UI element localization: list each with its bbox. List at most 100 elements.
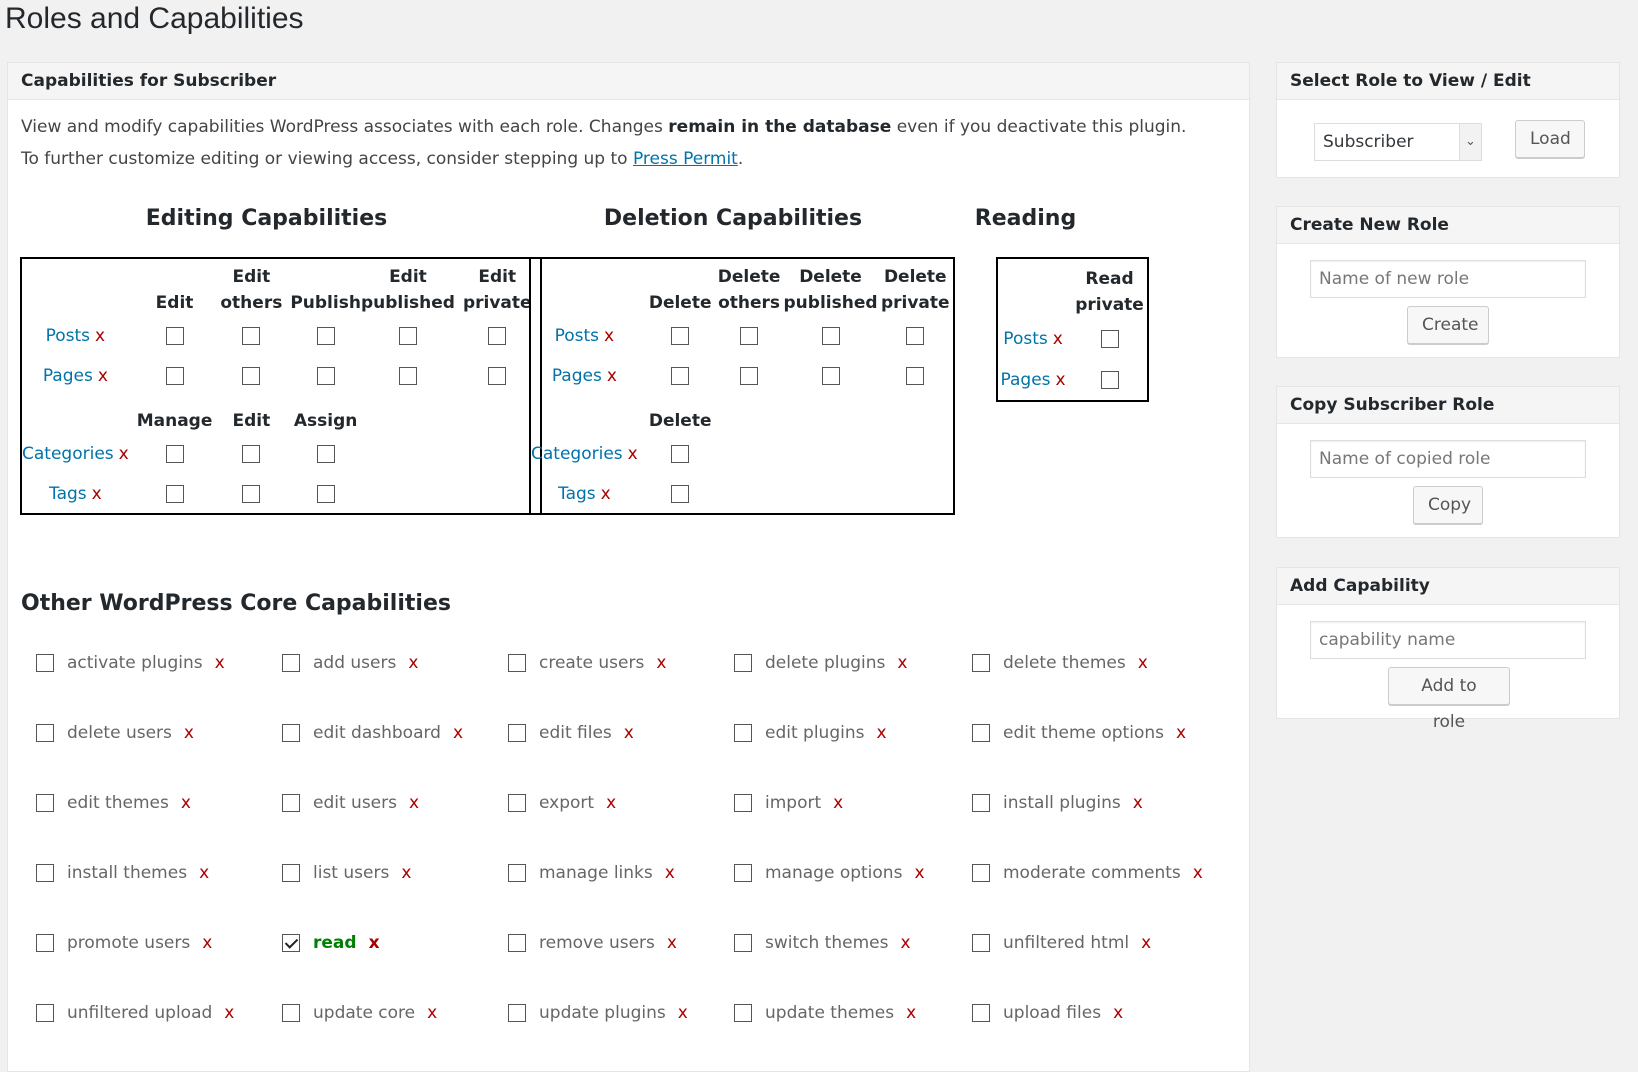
- capability-label[interactable]: update themes: [765, 1003, 894, 1023]
- remove-mark[interactable]: x: [1113, 1003, 1123, 1023]
- remove-mark[interactable]: x: [369, 933, 380, 953]
- capability-label[interactable]: edit files: [539, 723, 612, 743]
- checkbox[interactable]: [972, 934, 990, 952]
- capability-item[interactable]: delete themes x: [972, 653, 1148, 673]
- remove-mark[interactable]: x: [1056, 370, 1066, 390]
- row-label-text[interactable]: Categories: [22, 444, 114, 464]
- checkbox[interactable]: [282, 864, 300, 882]
- checkbox[interactable]: [734, 654, 752, 672]
- remove-mark[interactable]: x: [1133, 793, 1143, 813]
- remove-mark[interactable]: x: [656, 653, 666, 673]
- remove-mark[interactable]: x: [1053, 329, 1063, 349]
- capability-item[interactable]: delete plugins x: [734, 653, 907, 673]
- checkbox[interactable]: [740, 327, 759, 345]
- capability-item[interactable]: update core x: [282, 1003, 437, 1023]
- load-button[interactable]: Load: [1515, 120, 1585, 158]
- capability-label[interactable]: add users: [313, 653, 396, 673]
- capability-item[interactable]: switch themes x: [734, 933, 911, 953]
- capability-label[interactable]: switch themes: [765, 933, 888, 953]
- checkbox[interactable]: [821, 327, 840, 345]
- remove-mark[interactable]: x: [453, 723, 463, 743]
- capability-item[interactable]: manage options x: [734, 863, 925, 883]
- checkbox[interactable]: [740, 367, 759, 385]
- remove-mark[interactable]: x: [408, 653, 418, 673]
- checkbox[interactable]: [36, 1004, 54, 1022]
- row-label-text[interactable]: Tags: [49, 484, 87, 504]
- checkbox[interactable]: [36, 864, 54, 882]
- capability-label[interactable]: export: [539, 793, 594, 813]
- checkbox[interactable]: [734, 934, 752, 952]
- capability-item[interactable]: edit theme options x: [972, 723, 1186, 743]
- capability-label[interactable]: unfiltered html: [1003, 933, 1129, 953]
- remove-mark[interactable]: x: [409, 793, 419, 813]
- capability-item[interactable]: edit files x: [508, 723, 634, 743]
- capability-item[interactable]: read x: [282, 933, 380, 953]
- remove-mark[interactable]: x: [678, 1003, 688, 1023]
- row-label-text[interactable]: Pages: [552, 366, 602, 386]
- checkbox[interactable]: [316, 445, 335, 463]
- capability-item[interactable]: delete users x: [36, 723, 194, 743]
- capability-label[interactable]: upload files: [1003, 1003, 1101, 1023]
- capability-label[interactable]: edit users: [313, 793, 397, 813]
- capability-item[interactable]: edit dashboard x: [282, 723, 463, 743]
- capability-item[interactable]: create users x: [508, 653, 666, 673]
- remove-mark[interactable]: x: [1176, 723, 1186, 743]
- checkbox[interactable]: [165, 484, 184, 503]
- remove-mark[interactable]: x: [92, 484, 102, 504]
- capability-label[interactable]: edit plugins: [765, 723, 864, 743]
- press-permit-link[interactable]: Press Permit: [633, 149, 738, 169]
- capability-item[interactable]: export x: [508, 793, 616, 813]
- capability-item[interactable]: install themes x: [36, 863, 209, 883]
- remove-mark[interactable]: x: [1141, 933, 1151, 953]
- remove-mark[interactable]: x: [215, 653, 225, 673]
- remove-mark[interactable]: x: [897, 653, 907, 673]
- checkbox[interactable]: [488, 367, 507, 385]
- remove-mark[interactable]: x: [606, 793, 616, 813]
- remove-mark[interactable]: x: [906, 1003, 916, 1023]
- remove-mark[interactable]: x: [202, 933, 212, 953]
- capability-item[interactable]: add users x: [282, 653, 418, 673]
- capability-label[interactable]: edit theme options: [1003, 723, 1164, 743]
- capability-item[interactable]: upload files x: [972, 1003, 1123, 1023]
- capability-label[interactable]: edit dashboard: [313, 723, 441, 743]
- checkbox[interactable]: [906, 367, 925, 385]
- capability-item[interactable]: update plugins x: [508, 1003, 688, 1023]
- remove-mark[interactable]: x: [224, 1003, 234, 1023]
- checkbox[interactable]: [165, 367, 184, 385]
- capability-label[interactable]: install themes: [67, 863, 187, 883]
- checkbox[interactable]: [398, 327, 417, 345]
- remove-mark[interactable]: x: [607, 366, 617, 386]
- checkbox[interactable]: [242, 327, 261, 345]
- checkbox[interactable]: [242, 367, 261, 385]
- checkbox[interactable]: [508, 654, 526, 672]
- capability-label[interactable]: unfiltered upload: [67, 1003, 212, 1023]
- remove-mark[interactable]: x: [665, 863, 675, 883]
- row-label-text[interactable]: Categories: [531, 444, 623, 464]
- remove-mark[interactable]: x: [181, 793, 191, 813]
- checkbox[interactable]: [508, 1004, 526, 1022]
- checkbox[interactable]: [282, 1004, 300, 1022]
- checkbox[interactable]: [972, 654, 990, 672]
- remove-mark[interactable]: x: [628, 444, 638, 464]
- capability-item[interactable]: edit users x: [282, 793, 419, 813]
- remove-mark[interactable]: x: [876, 723, 886, 743]
- capability-label[interactable]: create users: [539, 653, 644, 673]
- checkbox[interactable]: [734, 1004, 752, 1022]
- capability-item[interactable]: edit themes x: [36, 793, 191, 813]
- row-label-text[interactable]: Posts: [1003, 329, 1047, 349]
- checkbox[interactable]: [316, 367, 335, 385]
- checkbox[interactable]: [1100, 370, 1119, 389]
- capability-item[interactable]: edit plugins x: [734, 723, 887, 743]
- capability-label[interactable]: moderate comments: [1003, 863, 1181, 883]
- create-button[interactable]: Create: [1407, 306, 1489, 344]
- checkbox[interactable]: [316, 484, 335, 503]
- capability-label[interactable]: promote users: [67, 933, 190, 953]
- checkbox[interactable]: [671, 445, 690, 463]
- capability-label[interactable]: activate plugins: [67, 653, 203, 673]
- checkbox[interactable]: [282, 724, 300, 742]
- capability-item[interactable]: list users x: [282, 863, 411, 883]
- capability-label[interactable]: install plugins: [1003, 793, 1121, 813]
- checkbox[interactable]: [242, 484, 261, 503]
- checkbox[interactable]: [36, 934, 54, 952]
- remove-mark[interactable]: x: [98, 366, 108, 386]
